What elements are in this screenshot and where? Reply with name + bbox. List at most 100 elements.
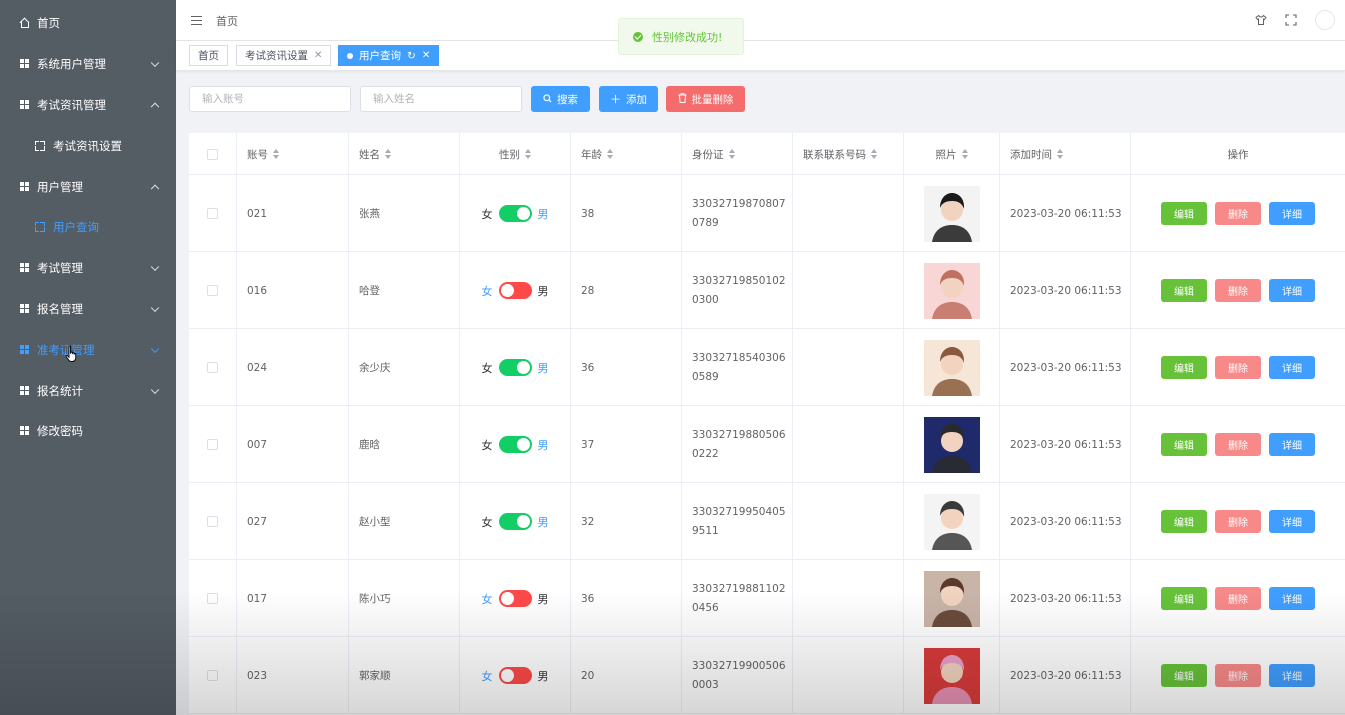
row-checkbox[interactable] <box>207 593 218 604</box>
cell-actions: 编辑 删除 详细 <box>1131 483 1345 560</box>
delete-button[interactable]: 删除 <box>1215 664 1261 687</box>
delete-button[interactable]: 删除 <box>1215 279 1261 302</box>
detail-button[interactable]: 详细 <box>1269 202 1315 225</box>
sort-icon[interactable] <box>273 149 279 159</box>
theme-shirt-icon[interactable] <box>1255 14 1267 26</box>
user-photo[interactable] <box>923 416 980 473</box>
edit-button[interactable]: 编辑 <box>1161 587 1207 610</box>
account-search-input[interactable] <box>189 86 351 112</box>
user-photo[interactable] <box>923 570 980 627</box>
detail-button[interactable]: 详细 <box>1269 279 1315 302</box>
row-checkbox[interactable] <box>207 439 218 450</box>
edit-button[interactable]: 编辑 <box>1161 356 1207 379</box>
gender-switch[interactable] <box>498 359 532 376</box>
column-header-account[interactable]: 账号 <box>237 133 349 175</box>
add-button-label: 添加 <box>626 93 647 106</box>
sort-icon[interactable] <box>1057 149 1063 159</box>
column-header-phone[interactable]: 联系联系号码 <box>793 133 904 175</box>
user-table: 账号 姓名 性别 年龄 身份证 联系联系号码 照片 添加时间 操作 021 张燕… <box>189 133 1345 715</box>
tag-home[interactable]: 首页 <box>189 45 228 66</box>
edit-button[interactable]: 编辑 <box>1161 202 1207 225</box>
user-photo[interactable] <box>923 185 980 242</box>
delete-button[interactable]: 删除 <box>1215 356 1261 379</box>
tag-exam-news-settings[interactable]: 考试资讯设置 ✕ <box>236 45 332 66</box>
gender-switch[interactable] <box>498 513 532 530</box>
sidebar-item-exam-management[interactable]: 考试管理 <box>0 247 176 288</box>
user-photo[interactable] <box>923 493 980 550</box>
column-header-photo[interactable]: 照片 <box>904 133 1000 175</box>
avatar[interactable] <box>1315 10 1335 30</box>
column-header-age[interactable]: 年龄 <box>571 133 682 175</box>
cell-account: 016 <box>237 252 349 329</box>
sort-icon[interactable] <box>385 149 391 159</box>
user-photo[interactable] <box>923 262 980 319</box>
column-header-id-card[interactable]: 身份证 <box>682 133 793 175</box>
delete-button[interactable]: 删除 <box>1215 587 1261 610</box>
edit-button[interactable]: 编辑 <box>1161 510 1207 533</box>
sort-icon[interactable] <box>961 149 968 159</box>
sidebar-item-label: 用户管理 <box>37 179 83 194</box>
delete-button[interactable]: 删除 <box>1215 510 1261 533</box>
cell-id-card: 330327198811020456 <box>682 560 793 637</box>
column-header-added-time[interactable]: 添加时间 <box>1000 133 1131 175</box>
sort-icon[interactable] <box>525 149 531 159</box>
gender-switch[interactable] <box>498 282 532 299</box>
sort-icon[interactable] <box>607 149 613 159</box>
batch-delete-button[interactable]: 批量删除 <box>666 86 745 112</box>
sidebar-item-exam-news[interactable]: 考试资讯管理 <box>0 84 176 125</box>
user-photo[interactable] <box>923 339 980 396</box>
sort-icon[interactable] <box>728 149 735 159</box>
row-checkbox[interactable] <box>207 208 218 219</box>
sidebar-item-registration-stats[interactable]: 报名统计 <box>0 370 176 411</box>
user-photo[interactable] <box>923 647 980 704</box>
sidebar-item-admission-ticket[interactable]: 准考证管理 <box>0 329 176 370</box>
tag-user-query[interactable]: 用户查询 ↻ ✕ <box>338 45 440 66</box>
sidebar-item-home[interactable]: 首页 <box>0 2 176 43</box>
hamburger-menu-icon[interactable] <box>191 16 202 25</box>
chevron-up-icon <box>150 184 160 193</box>
detail-button[interactable]: 详细 <box>1269 664 1315 687</box>
search-button[interactable]: 搜索 <box>531 86 590 112</box>
row-checkbox[interactable] <box>207 670 218 681</box>
close-icon[interactable]: ✕ <box>314 50 322 61</box>
column-label: 姓名 <box>359 148 380 161</box>
gender-switch[interactable] <box>498 590 532 607</box>
gender-switch[interactable] <box>498 667 532 684</box>
close-icon[interactable]: ✕ <box>422 50 430 61</box>
column-header-name[interactable]: 姓名 <box>349 133 460 175</box>
menu-icon <box>35 140 45 151</box>
delete-button[interactable]: 删除 <box>1215 202 1261 225</box>
delete-button[interactable]: 删除 <box>1215 433 1261 456</box>
detail-button[interactable]: 详细 <box>1269 356 1315 379</box>
row-checkbox[interactable] <box>207 362 218 373</box>
table-row: 017 陈小巧 女 男 36 330327198811020456 2023-0… <box>189 560 1345 637</box>
row-checkbox[interactable] <box>207 516 218 527</box>
sidebar-item-registration-management[interactable]: 报名管理 <box>0 288 176 329</box>
column-header-gender[interactable]: 性别 <box>460 133 571 175</box>
detail-button[interactable]: 详细 <box>1269 587 1315 610</box>
gender-switch[interactable] <box>498 436 532 453</box>
sidebar-subitem-user-query[interactable]: 用户查询 <box>0 206 176 247</box>
edit-button[interactable]: 编辑 <box>1161 279 1207 302</box>
sidebar-item-user-management[interactable]: 用户管理 <box>0 166 176 207</box>
name-search-input[interactable] <box>360 86 522 112</box>
edit-button[interactable]: 编辑 <box>1161 664 1207 687</box>
refresh-icon[interactable]: ↻ <box>407 50 416 62</box>
sort-icon[interactable] <box>871 149 877 159</box>
add-button[interactable]: ＋ 添加 <box>599 86 658 112</box>
grid-icon <box>19 304 29 314</box>
sidebar-subitem-exam-news-settings[interactable]: 考试资讯设置 <box>0 125 176 166</box>
gender-switch[interactable] <box>498 205 532 222</box>
edit-button[interactable]: 编辑 <box>1161 433 1207 456</box>
cell-age: 38 <box>571 175 682 252</box>
table-row: 024 余少庆 女 男 36 330327185403060589 2023-0… <box>189 329 1345 406</box>
sidebar-item-system-users[interactable]: 系统用户管理 <box>0 43 176 84</box>
fullscreen-icon[interactable] <box>1285 14 1297 26</box>
breadcrumb[interactable]: 首页 <box>216 13 238 29</box>
sidebar-item-change-password[interactable]: 修改密码 <box>0 410 176 451</box>
select-all-checkbox[interactable] <box>207 148 218 160</box>
cell-photo <box>904 252 1000 329</box>
row-checkbox[interactable] <box>207 285 218 296</box>
detail-button[interactable]: 详细 <box>1269 433 1315 456</box>
detail-button[interactable]: 详细 <box>1269 510 1315 533</box>
